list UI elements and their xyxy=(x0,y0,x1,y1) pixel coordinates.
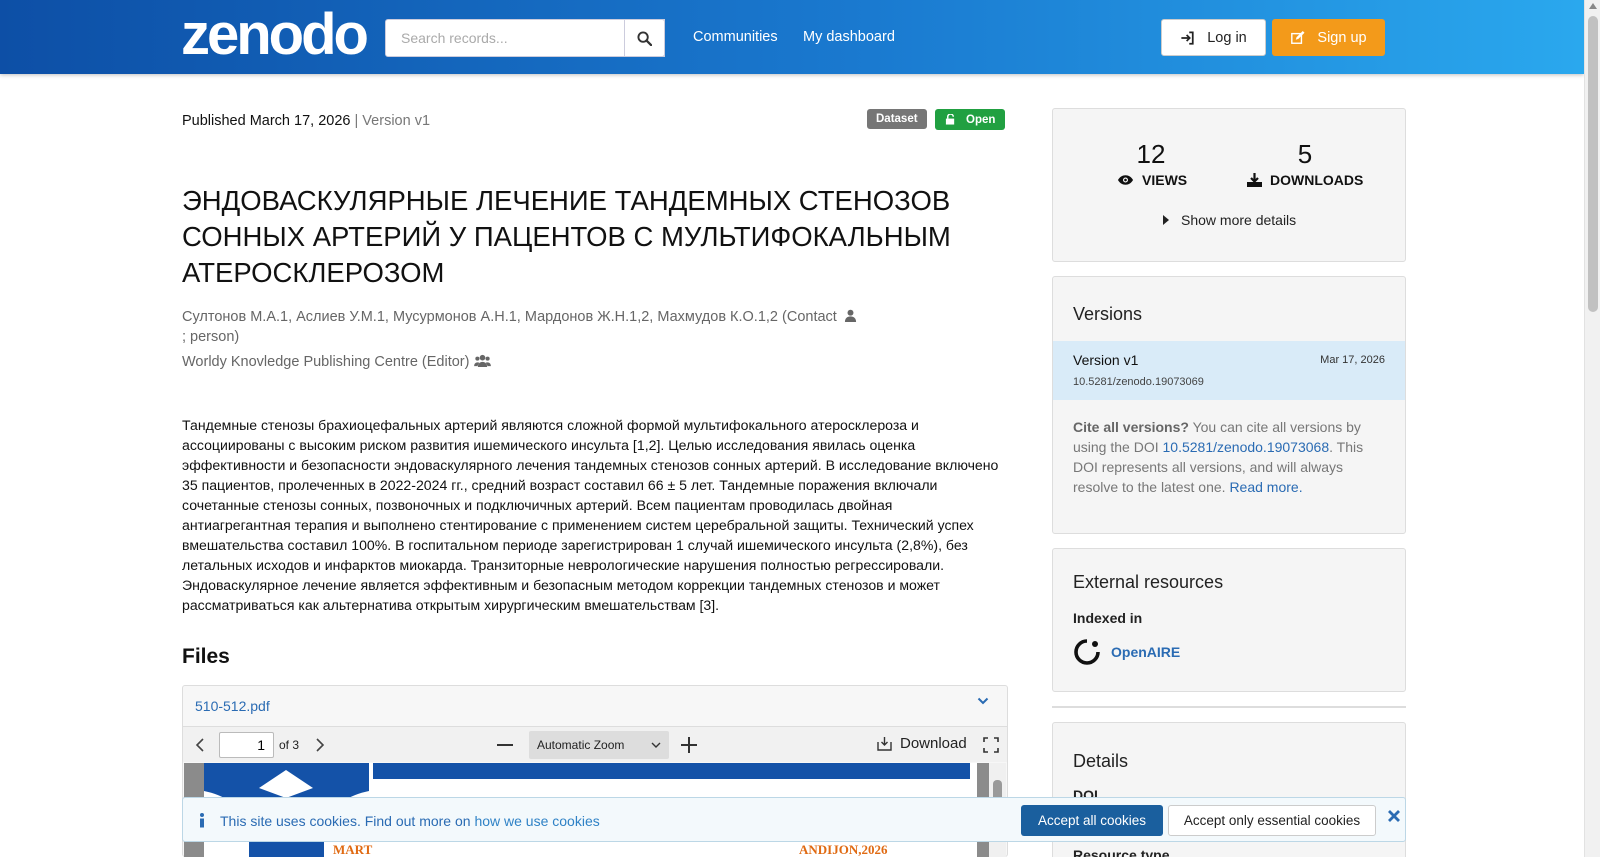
cite-bold: Cite all versions? xyxy=(1073,419,1189,435)
views-text: VIEWS xyxy=(1142,172,1188,188)
nav-my-dashboard[interactable]: My dashboard xyxy=(803,29,895,45)
login-label: Log in xyxy=(1207,29,1247,46)
chevron-down-icon[interactable] xyxy=(977,696,989,706)
views-label: VIEWS xyxy=(1117,172,1187,188)
edit-icon xyxy=(1291,30,1305,44)
signup-button[interactable]: Sign up xyxy=(1272,19,1385,56)
versions-card: Versions Version v1 Mar 17, 2026 10.5281… xyxy=(1052,276,1406,534)
close-icon[interactable] xyxy=(1388,810,1400,822)
authors-text[interactable]: Султонов М.А.1, Аслиев У.М.1, Мусурмонов… xyxy=(182,309,837,325)
nav-communities[interactable]: Communities xyxy=(693,29,778,45)
files-heading: Files xyxy=(182,645,230,668)
search-input[interactable] xyxy=(385,19,665,57)
version-label: | Version v1 xyxy=(354,113,431,129)
publication-info: Published March 17, 2026 | Version v1 xyxy=(182,113,430,129)
pdf-left-text: MART xyxy=(333,842,373,857)
accept-all-cookies-button[interactable]: Accept all cookies xyxy=(1021,805,1163,836)
access-badge: Open xyxy=(935,109,1006,130)
downloads-count: 5 xyxy=(1297,139,1313,169)
zoom-value: Automatic Zoom xyxy=(537,738,625,752)
version-doi: 10.5281/zenodo.19073069 xyxy=(1073,376,1204,388)
zoom-select[interactable]: Automatic Zoom xyxy=(529,731,669,759)
scroll-up-icon[interactable] xyxy=(1589,3,1597,9)
stats-card: 12 VIEWS 5 DOWNLOADS Show more details xyxy=(1052,108,1406,262)
download-label: Download xyxy=(900,735,967,752)
show-more-details[interactable]: Show more details xyxy=(1163,212,1296,228)
page-number-input[interactable] xyxy=(219,732,274,758)
views-count: 12 xyxy=(1136,139,1166,169)
version-item[interactable]: Version v1 Mar 17, 2026 10.5281/zenodo.1… xyxy=(1053,341,1405,400)
zoom-out-icon[interactable] xyxy=(497,744,513,747)
file-name-link[interactable]: 510-512.pdf xyxy=(195,698,270,714)
next-page-icon[interactable] xyxy=(315,738,325,752)
eye-icon xyxy=(1117,175,1134,185)
record-title: ЭНДОВАСКУЛЯРНЫЕ ЛЕЧЕНИЕ ТАНДЕМНЫХ СТЕНОЗ… xyxy=(182,185,951,288)
pdf-toolbar: of 3 Automatic Zoom Download xyxy=(183,726,1007,762)
openaire-icon xyxy=(1074,639,1100,665)
search-icon xyxy=(637,30,652,46)
fullscreen-icon[interactable] xyxy=(983,737,999,753)
pdf-header-band xyxy=(373,763,970,779)
cookie-message: This site uses cookies. Find out more on… xyxy=(220,813,600,829)
cookie-banner: This site uses cookies. Find out more on… xyxy=(182,797,1406,842)
external-heading: External resources xyxy=(1073,572,1224,592)
concept-doi-link[interactable]: 10.5281/zenodo.19073068 xyxy=(1163,439,1330,455)
creators-list: Султонов М.А.1, Аслиев У.М.1, Мусурмонов… xyxy=(182,307,862,347)
contributors-list: Worldy Knovledge Publishing Centre (Edit… xyxy=(182,354,491,370)
person-icon xyxy=(844,309,856,322)
access-label: Open xyxy=(966,113,996,126)
show-more-label: Show more details xyxy=(1181,212,1297,228)
resource-type-label: Resource type xyxy=(1073,847,1170,857)
zoom-in-icon[interactable] xyxy=(681,737,697,753)
caret-right-icon xyxy=(1163,215,1169,225)
cite-all-versions: Cite all versions? You can cite all vers… xyxy=(1073,417,1373,497)
top-navbar: zenodo Communities My dashboard Log in S… xyxy=(0,0,1584,74)
downloads-text: DOWNLOADS xyxy=(1270,172,1364,188)
pdf-download-button[interactable]: Download xyxy=(876,735,967,752)
record-description: Тандемные стенозы брахиоцефальных артери… xyxy=(182,417,999,613)
cookie-text: This site uses cookies. Find out more on xyxy=(220,813,471,829)
page-scroll-thumb[interactable] xyxy=(1588,16,1598,312)
page-scrollbar[interactable] xyxy=(1584,0,1600,857)
downloads-label: DOWNLOADS xyxy=(1247,172,1363,188)
signup-label: Sign up xyxy=(1317,29,1367,46)
version-date: Mar 17, 2026 xyxy=(1320,354,1385,366)
sidebar-divider xyxy=(1052,706,1406,708)
editor-text[interactable]: Worldy Knovledge Publishing Centre (Edit… xyxy=(182,354,469,370)
pdf-right-text: ANDIJON,2026 xyxy=(799,842,888,857)
download-icon xyxy=(877,736,892,751)
sign-in-icon xyxy=(1181,30,1194,45)
details-heading: Details xyxy=(1073,751,1129,771)
download-icon xyxy=(1247,173,1262,187)
chevron-down-icon xyxy=(651,742,661,748)
openaire-link[interactable]: OpenAIRE xyxy=(1111,644,1180,660)
zenodo-logo[interactable]: zenodo xyxy=(181,4,369,66)
resource-type-badge: Dataset xyxy=(867,109,927,129)
page-count: of 3 xyxy=(279,738,300,752)
external-resources-card: External resources Indexed in OpenAIRE xyxy=(1052,548,1406,692)
versions-heading: Versions xyxy=(1073,304,1143,324)
accept-essential-cookies-button[interactable]: Accept only essential cookies xyxy=(1168,805,1376,836)
indexed-in-label: Indexed in xyxy=(1073,610,1143,626)
users-icon xyxy=(473,354,491,367)
version-label: Version v1 xyxy=(1073,352,1139,368)
published-date: Published March 17, 2026 xyxy=(182,113,351,129)
cookie-policy-link[interactable]: how we use cookies xyxy=(474,813,599,829)
login-button[interactable]: Log in xyxy=(1161,19,1266,56)
info-icon xyxy=(200,813,204,828)
authors-tail: ; person) xyxy=(182,329,240,345)
unlock-icon xyxy=(945,114,955,125)
search-button[interactable] xyxy=(624,19,665,57)
read-more-link[interactable]: Read more. xyxy=(1229,479,1302,495)
prev-page-icon[interactable] xyxy=(195,738,205,752)
